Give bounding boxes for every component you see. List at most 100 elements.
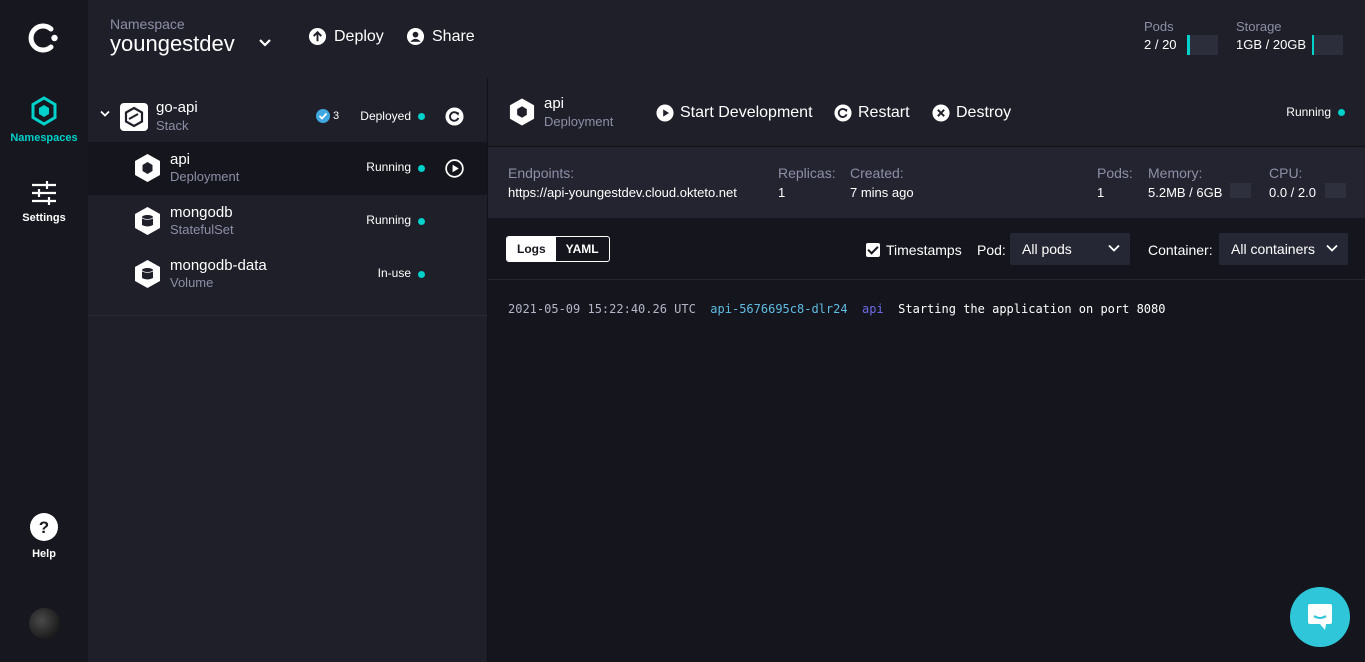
storage-quota-value: 1GB / 20GB bbox=[1236, 37, 1307, 52]
memory-value: 5.2MB / 6GB bbox=[1148, 185, 1223, 200]
container-select[interactable]: All containers bbox=[1219, 233, 1348, 265]
endpoints-label: Endpoints: bbox=[508, 165, 575, 181]
destroy-button[interactable]: Destroy bbox=[932, 104, 1011, 122]
detail-type: Deployment bbox=[544, 114, 614, 129]
cpu-bar bbox=[1325, 183, 1346, 198]
view-toggle: Logs YAML bbox=[506, 236, 610, 262]
close-circle-icon bbox=[932, 104, 950, 122]
start-development-label: Start Development bbox=[680, 104, 813, 121]
list-item-type: Volume bbox=[170, 275, 214, 290]
rail-settings[interactable]: Settings bbox=[0, 180, 88, 224]
log-message: Starting the application on port 8080 bbox=[898, 302, 1166, 316]
cpu-label: CPU: bbox=[1269, 165, 1303, 181]
status-dot bbox=[418, 271, 425, 278]
timestamps-checkbox[interactable] bbox=[866, 243, 880, 257]
rail-help-label: Help bbox=[32, 548, 56, 560]
chevron-down-icon[interactable] bbox=[258, 38, 272, 48]
pods-label: Pods: bbox=[1097, 165, 1133, 181]
metrics-strip: Endpoints: https://api-youngestdev.cloud… bbox=[488, 147, 1365, 218]
pods-quota-bar bbox=[1187, 35, 1218, 55]
detail-header: api Deployment Start Development Restart… bbox=[488, 78, 1365, 146]
rail-namespaces[interactable]: Namespaces bbox=[0, 96, 88, 144]
list-item-api[interactable]: api Deployment Running bbox=[88, 142, 487, 195]
pods-quota-label: Pods bbox=[1144, 19, 1174, 34]
cpu-value: 0.0 / 2.0 bbox=[1269, 185, 1316, 200]
list-item-status: In-use bbox=[377, 266, 411, 280]
detail-name: api bbox=[544, 95, 565, 112]
pods-quota-value: 2 / 20 bbox=[1144, 37, 1177, 52]
left-rail: Namespaces Settings ? Help bbox=[0, 0, 88, 662]
avatar[interactable] bbox=[29, 608, 60, 639]
list-item-mongodb[interactable]: mongodb StatefulSet Running bbox=[88, 195, 487, 248]
svg-text:?: ? bbox=[39, 518, 49, 537]
status-dot bbox=[418, 218, 425, 225]
list-item-mongodb-data[interactable]: mongodb-data Volume In-use bbox=[88, 248, 487, 301]
chevron-down-icon[interactable] bbox=[100, 110, 110, 118]
container-select-value: All containers bbox=[1231, 241, 1316, 257]
namespace-selector[interactable]: youngestdev bbox=[110, 31, 235, 57]
memory-label: Memory: bbox=[1148, 165, 1203, 181]
pods-value: 1 bbox=[1097, 185, 1105, 200]
replicas-label: Replicas: bbox=[778, 165, 836, 181]
redeploy-icon[interactable] bbox=[445, 107, 464, 126]
pods-metric: Pods: 1 bbox=[1097, 165, 1133, 202]
status-dot bbox=[1338, 109, 1345, 116]
stack-status: Deployed bbox=[360, 109, 411, 123]
detail-status: Running bbox=[1286, 105, 1331, 119]
pod-select[interactable]: All pods bbox=[1010, 233, 1130, 265]
deployment-icon bbox=[135, 154, 160, 182]
chevron-down-icon bbox=[1108, 244, 1120, 252]
stack-name: go-api bbox=[156, 99, 198, 116]
endpoint-link[interactable]: https://api-youngestdev.cloud.okteto.net bbox=[508, 185, 737, 200]
play-icon[interactable] bbox=[445, 159, 464, 178]
okteto-logo-icon[interactable] bbox=[26, 20, 62, 56]
stack-row[interactable]: go-api Stack 3 Deployed bbox=[88, 92, 487, 145]
restart-button[interactable]: Restart bbox=[834, 104, 910, 122]
deployment-icon bbox=[509, 98, 535, 126]
upload-icon bbox=[308, 27, 327, 46]
replicas-value: 1 bbox=[778, 185, 786, 200]
logs-panel: Logs YAML Timestamps Pod: All pods Conta… bbox=[488, 218, 1365, 662]
created-value: 7 mins ago bbox=[850, 185, 914, 200]
cpu-metric: CPU: 0.0 / 2.0 bbox=[1269, 165, 1316, 202]
storage-quota: Storage 1GB / 20GB bbox=[1236, 19, 1306, 52]
list-item-type: StatefulSet bbox=[170, 222, 234, 237]
status-dot bbox=[418, 165, 425, 172]
start-development-button[interactable]: Start Development bbox=[656, 104, 813, 122]
restart-icon bbox=[834, 104, 852, 122]
list-item-type: Deployment bbox=[170, 169, 240, 184]
share-label: Share bbox=[432, 27, 475, 45]
namespace-caption: Namespace bbox=[110, 16, 185, 32]
database-icon bbox=[135, 207, 160, 235]
log-container: api bbox=[862, 302, 884, 316]
pod-filter-label: Pod: bbox=[977, 242, 1006, 258]
pods-quota-fill bbox=[1187, 35, 1191, 55]
timestamps-toggle[interactable]: Timestamps bbox=[866, 242, 962, 258]
rail-settings-label: Settings bbox=[22, 212, 66, 224]
chevron-down-icon bbox=[1326, 244, 1338, 252]
chat-icon bbox=[1308, 604, 1332, 630]
deploy-button[interactable]: Deploy bbox=[308, 27, 384, 46]
destroy-label: Destroy bbox=[956, 104, 1012, 121]
tab-logs[interactable]: Logs bbox=[507, 237, 556, 261]
share-button[interactable]: Share bbox=[406, 27, 475, 46]
logs-toolbar: Logs YAML Timestamps Pod: All pods Conta… bbox=[488, 218, 1365, 280]
namespaces-icon bbox=[31, 96, 57, 126]
log-line: 2021-05-09 15:22:40.26 UTC api-5676695c8… bbox=[508, 302, 1165, 316]
chat-button[interactable] bbox=[1290, 587, 1350, 647]
list-item-status: Running bbox=[366, 213, 411, 227]
help-icon: ? bbox=[30, 513, 58, 541]
endpoints-metric: Endpoints: https://api-youngestdev.cloud… bbox=[508, 165, 737, 202]
list-item-status: Running bbox=[366, 160, 411, 174]
stack-icon bbox=[120, 103, 148, 131]
pods-quota: Pods 2 / 20 bbox=[1144, 19, 1177, 52]
storage-quota-label: Storage bbox=[1236, 19, 1282, 34]
list-item-name: mongodb bbox=[170, 204, 233, 221]
tab-yaml[interactable]: YAML bbox=[556, 237, 609, 261]
deploy-label: Deploy bbox=[334, 27, 384, 45]
created-metric: Created: 7 mins ago bbox=[850, 165, 914, 202]
list-item-name: api bbox=[170, 151, 191, 168]
log-pod: api-5676695c8-dlr24 bbox=[710, 302, 848, 316]
stack-type: Stack bbox=[156, 118, 189, 133]
rail-help[interactable]: ? Help bbox=[0, 512, 88, 560]
